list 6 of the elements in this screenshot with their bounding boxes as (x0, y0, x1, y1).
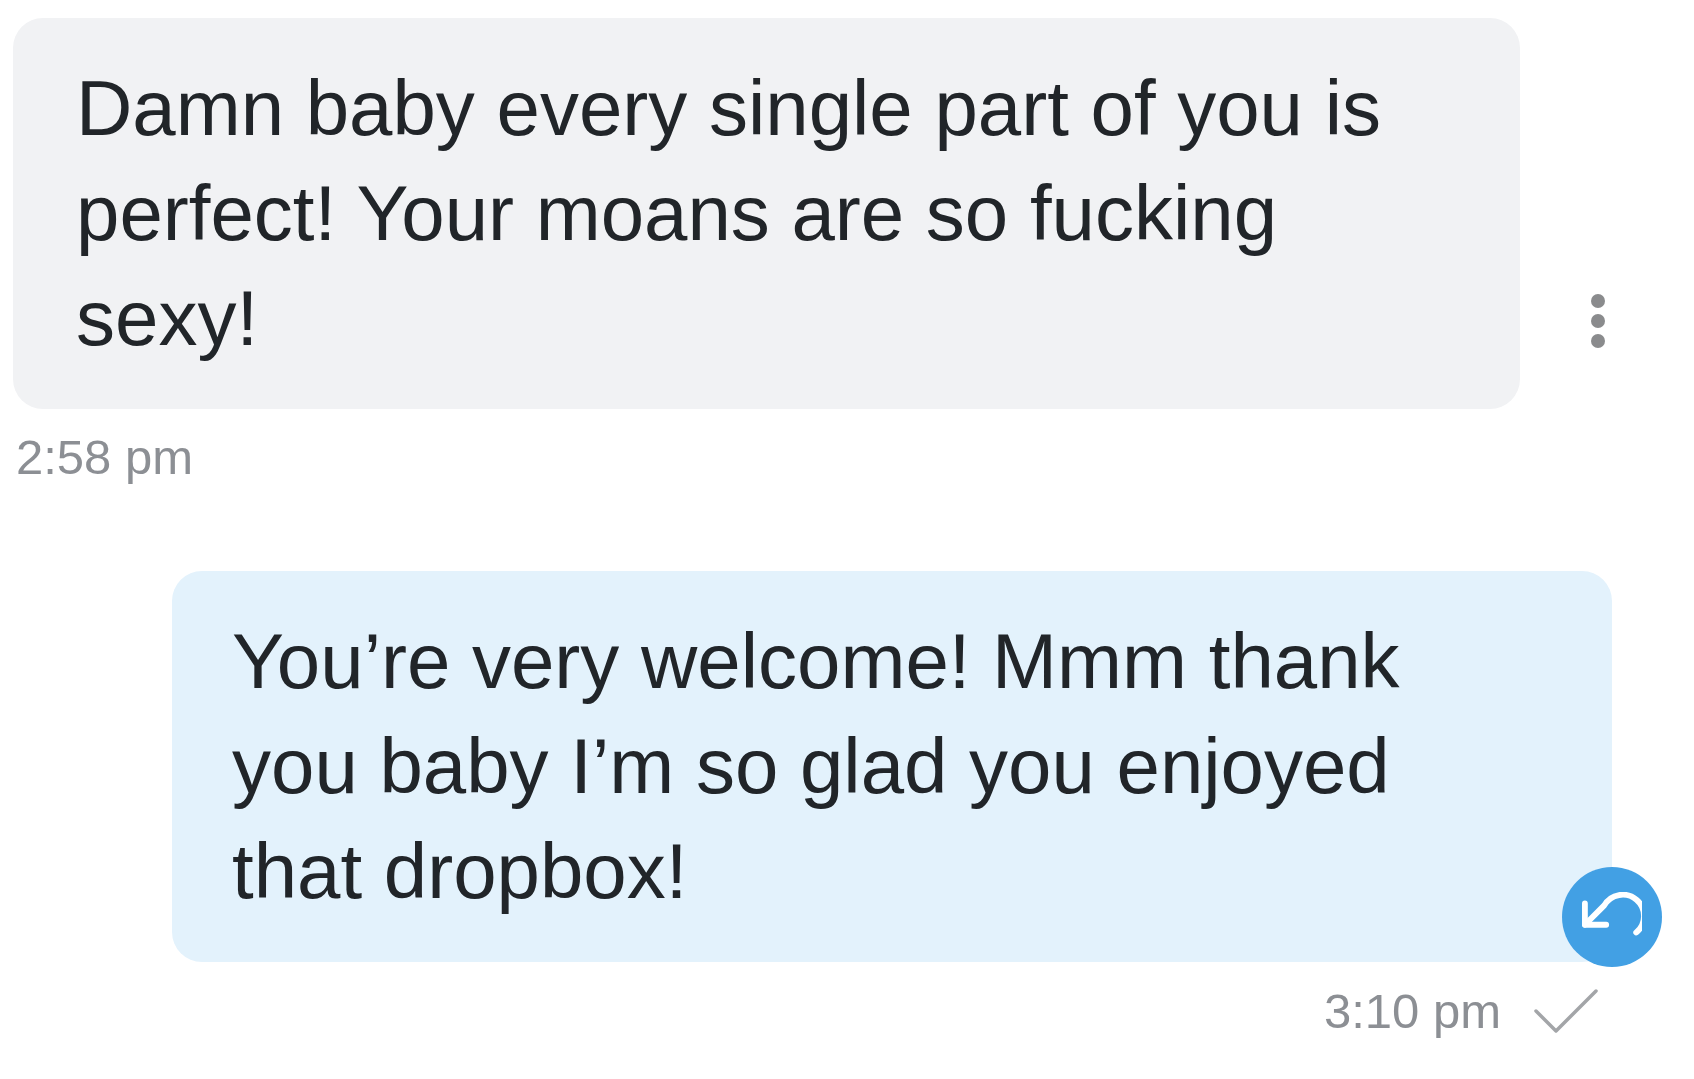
message-text: You’re very welcome! Mmm thank you baby I’m so glad you enjoyed that dropbox! (232, 615, 1401, 917)
message-time: 3:10 pm (1323, 982, 1501, 1040)
message-text: Damn baby every single part of you is perfect! Your moans are so fucking sexy! (76, 63, 1382, 364)
more-options-icon[interactable] (1590, 293, 1606, 349)
message-time: 2:58 pm (16, 429, 194, 486)
checkmark-icon (1534, 989, 1598, 1034)
